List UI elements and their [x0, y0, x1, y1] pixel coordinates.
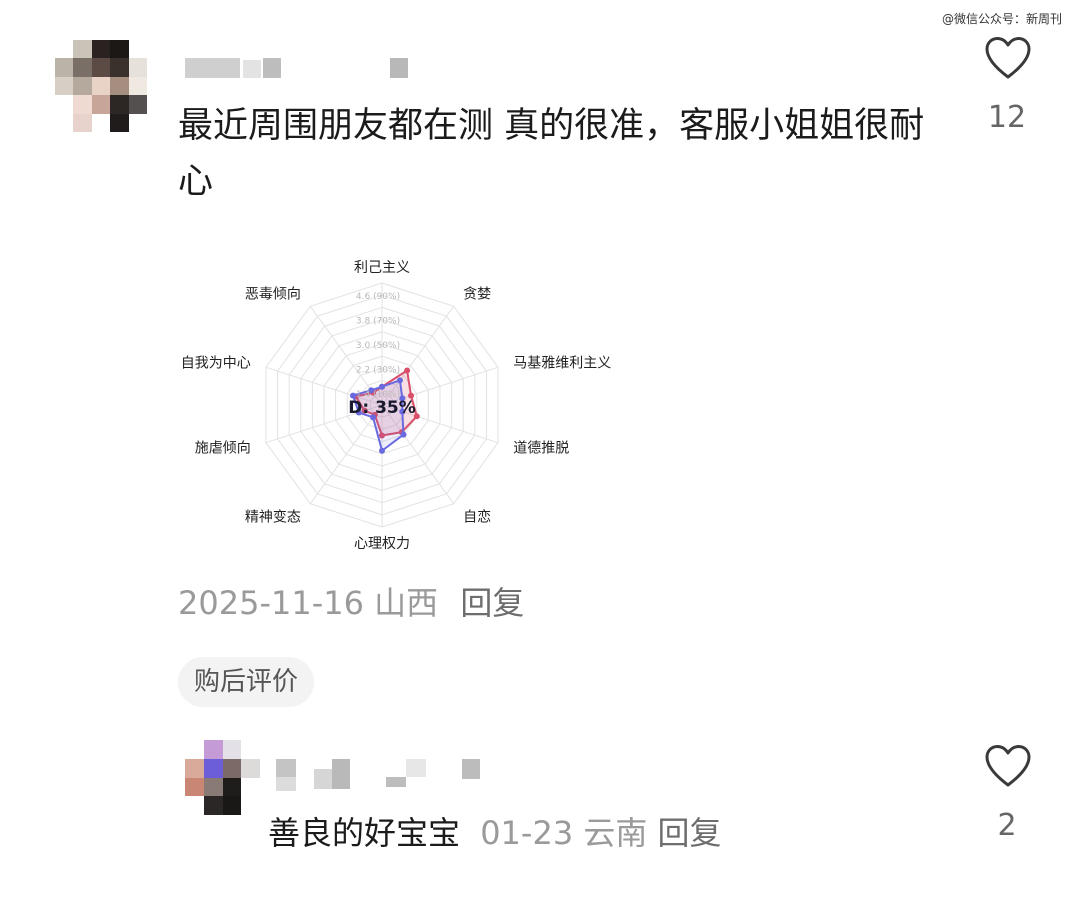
radar-chart[interactable]: 1.4 (10%)2.2 (30%)3.0 (50%)3.8 (70%)4.6 …	[180, 250, 620, 550]
radar-axis-label: 施虐倾向	[195, 441, 251, 457]
like-count: 12	[987, 100, 1027, 135]
radar-axis-label: 贪婪	[463, 286, 491, 302]
username-blurred[interactable]	[276, 757, 486, 791]
radar-point	[379, 447, 385, 454]
radar-ring-label: 4.6 (90%)	[356, 292, 400, 302]
reply-button[interactable]: 回复	[658, 814, 722, 852]
reply-location: 云南	[583, 814, 648, 852]
heart-outline-icon[interactable]	[984, 36, 1032, 80]
comment-location: 山西	[374, 584, 439, 622]
radar-spoke	[309, 404, 383, 504]
like-count: 2	[997, 808, 1017, 843]
radar-axis-label: 心理权力	[354, 536, 410, 550]
purchase-review-tag[interactable]: 购后评价	[178, 657, 315, 707]
radar-axis-label: 道德推脱	[513, 441, 569, 457]
radar-axis-label: 精神变态	[245, 510, 301, 526]
radar-axis-label: 恶毒倾向	[245, 286, 301, 302]
radar-ring-label: 3.0 (50%)	[356, 341, 400, 351]
radar-axis-label: 利己主义	[354, 260, 410, 276]
heart-outline-icon[interactable]	[984, 744, 1032, 788]
radar-point	[379, 383, 385, 390]
reply-username[interactable]: 善良的好宝宝	[268, 814, 460, 852]
reply-date: 01-23	[480, 814, 574, 852]
comment-text: 最近周围朋友都在测 真的很准，客服小姐姐很耐心	[178, 106, 925, 202]
radar-ring-label: 3.8 (70%)	[356, 317, 400, 327]
username-blurred[interactable]	[185, 58, 415, 80]
reply-button[interactable]: 回复	[460, 584, 524, 622]
radar-point	[404, 367, 411, 374]
comment-meta: 2025-11-16 山西 回复	[178, 578, 524, 624]
radar-axis-label: 自恋	[463, 509, 491, 526]
radar-ring-label: 2.2 (30%)	[356, 365, 400, 375]
radar-axis-label: 马基雅维利主义	[513, 354, 611, 371]
reply-line: 善良的好宝宝 01-23 云南 回复	[268, 808, 722, 854]
watermark: @微信公众号：新周刊	[941, 12, 1062, 26]
radar-point	[400, 431, 407, 438]
comment-date: 2025-11-16	[178, 584, 364, 622]
avatar[interactable]	[55, 40, 147, 132]
chart-center-label: D: 35%	[348, 398, 416, 418]
radar-point	[396, 377, 403, 384]
avatar[interactable]	[185, 740, 260, 815]
radar-axis-label: 自我为中心	[181, 355, 251, 371]
